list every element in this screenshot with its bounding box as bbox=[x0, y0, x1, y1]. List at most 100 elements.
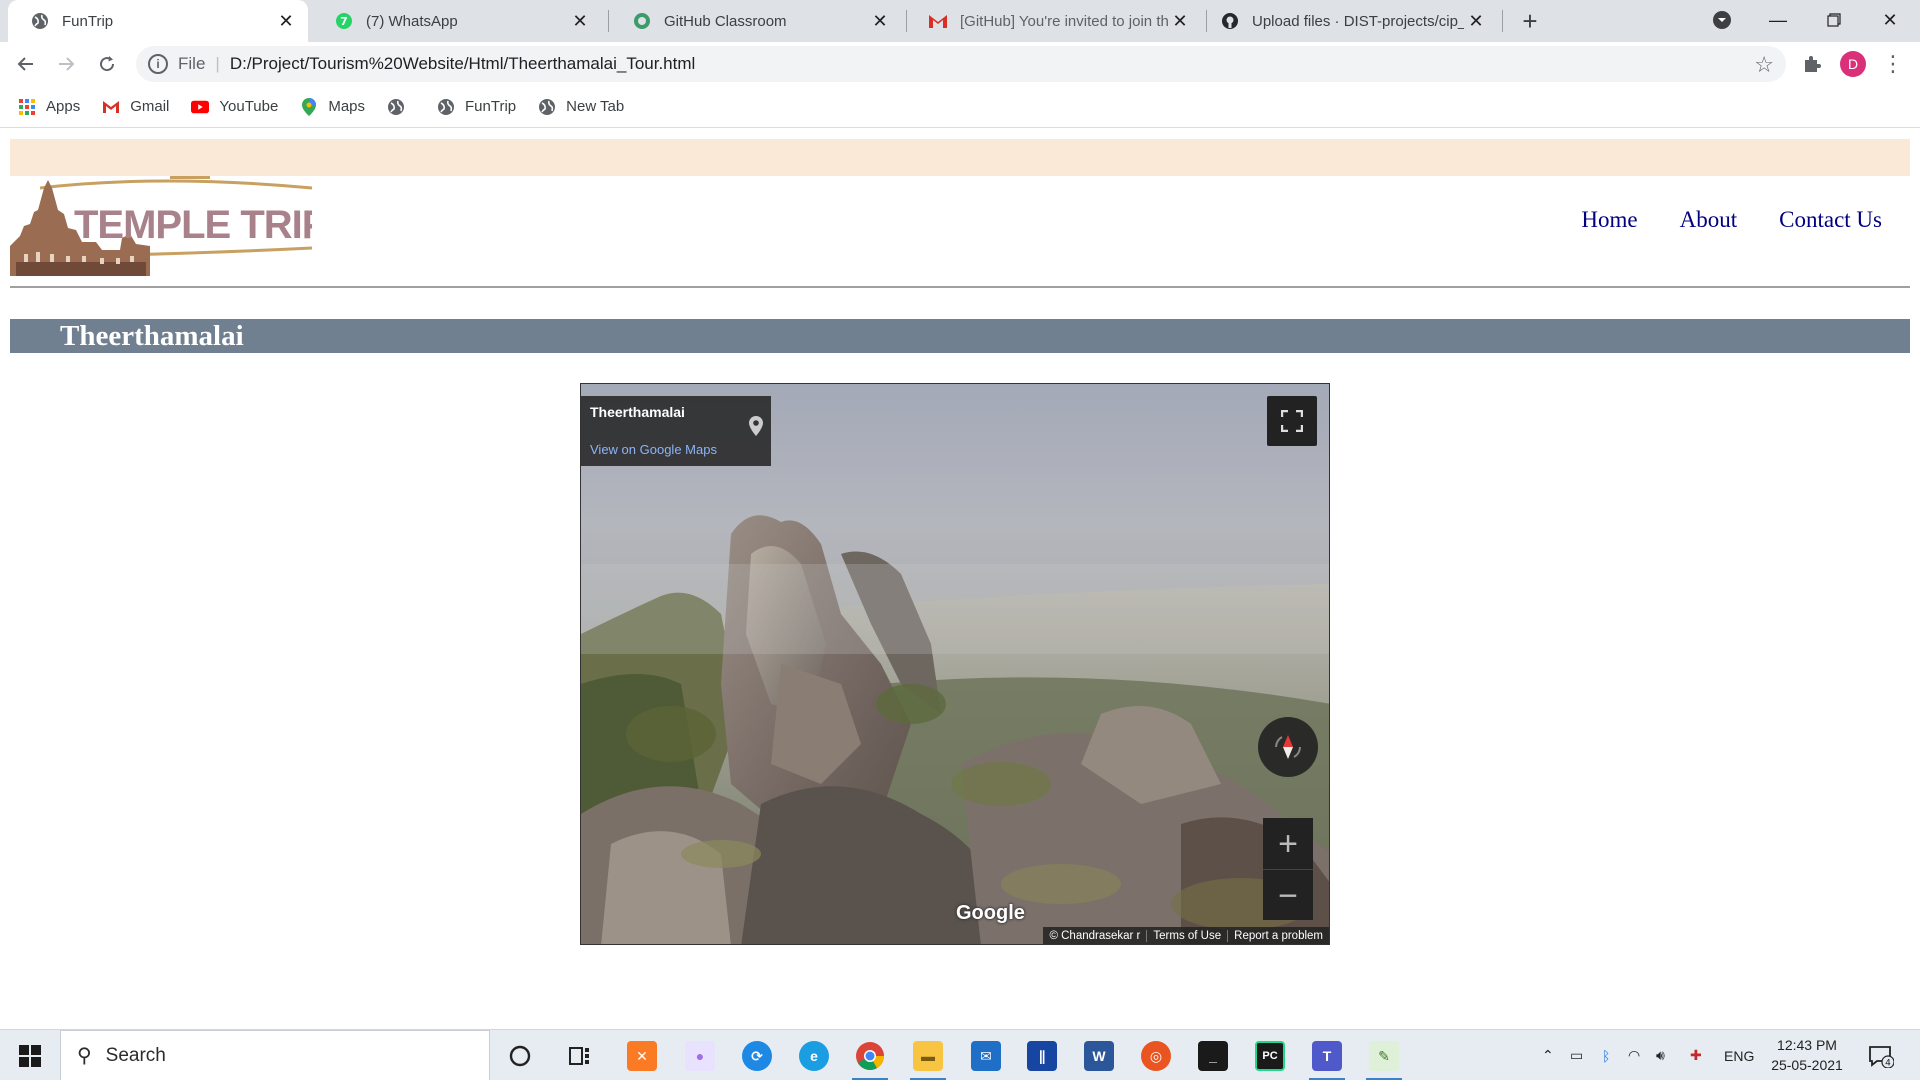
address-bar[interactable]: i File | D:/Project/Tourism%20Website/Ht… bbox=[136, 46, 1786, 82]
system-clock[interactable]: 12:43 PM 25-05-2021 bbox=[1762, 1035, 1852, 1075]
globe-icon bbox=[30, 11, 50, 31]
maps-pin-icon bbox=[300, 97, 318, 116]
file-explorer-icon[interactable]: ▬ bbox=[908, 1036, 948, 1080]
volume-icon[interactable]: 🔊︎ bbox=[1656, 1030, 1665, 1080]
cortana-icon[interactable] bbox=[500, 1036, 540, 1076]
github-icon bbox=[1220, 11, 1240, 31]
back-button[interactable] bbox=[10, 48, 42, 80]
place-name: Theerthamalai bbox=[590, 404, 685, 420]
tab-title: FunTrip bbox=[62, 12, 114, 30]
web-page: TEMPLE TRIP Home About Contact Us Theert… bbox=[0, 129, 1920, 1029]
zoom-out-button[interactable]: − bbox=[1263, 870, 1313, 921]
xampp-icon[interactable]: ✕ bbox=[622, 1036, 662, 1076]
sync-app-icon[interactable]: ⟳ bbox=[737, 1036, 777, 1076]
teams-app-icon[interactable]: T bbox=[1307, 1036, 1347, 1080]
top-band bbox=[10, 139, 1910, 176]
close-tab-icon[interactable]: ✕ bbox=[1464, 9, 1488, 33]
svg-text:7: 7 bbox=[340, 15, 348, 28]
menu-kebab-icon[interactable]: ⋮ bbox=[1877, 48, 1909, 80]
close-tab-icon[interactable]: ✕ bbox=[274, 9, 298, 33]
streetview-panorama-image[interactable] bbox=[581, 384, 1330, 945]
streetview-embed[interactable]: Theerthamalai View on Google Maps + − Go… bbox=[580, 383, 1330, 945]
antivirus-icon[interactable]: ✚ bbox=[1690, 1030, 1702, 1080]
clock-time: 12:43 PM bbox=[1777, 1037, 1837, 1053]
place-info-card: Theerthamalai View on Google Maps bbox=[581, 396, 771, 466]
browser-toolbar: i File | D:/Project/Tourism%20Website/Ht… bbox=[0, 42, 1920, 86]
apps-grid-icon bbox=[18, 98, 36, 116]
compass-icon[interactable] bbox=[1258, 717, 1318, 777]
close-window-button[interactable]: ✕ bbox=[1862, 0, 1918, 40]
globe-icon bbox=[437, 98, 455, 116]
tab-title: GitHub Classroom bbox=[664, 12, 787, 30]
new-tab-button[interactable]: + bbox=[1516, 8, 1544, 36]
tab-search-icon[interactable] bbox=[1694, 0, 1750, 40]
extensions-puzzle-icon[interactable] bbox=[1796, 48, 1828, 80]
taskbar-search-box[interactable]: ⚲ Search bbox=[60, 1030, 490, 1080]
ms-project-icon[interactable]: ∥ bbox=[1022, 1036, 1062, 1076]
bookmark-funtrip[interactable]: FunTrip bbox=[437, 98, 516, 116]
info-icon[interactable]: i bbox=[148, 54, 168, 74]
gmail-icon bbox=[102, 98, 120, 116]
ubuntu-icon[interactable]: ◎ bbox=[1136, 1036, 1176, 1076]
image-editor-icon[interactable]: ✎ bbox=[1364, 1036, 1404, 1080]
tab-github-classroom[interactable]: GitHub Classroom ✕ bbox=[610, 0, 902, 42]
profile-avatar[interactable]: D bbox=[1840, 51, 1866, 77]
close-tab-icon[interactable]: ✕ bbox=[1168, 9, 1192, 33]
paint-app-icon[interactable]: ● bbox=[680, 1036, 720, 1076]
word-app-icon[interactable]: W bbox=[1079, 1036, 1119, 1076]
google-logo: Google bbox=[956, 902, 1025, 924]
zoom-in-button[interactable]: + bbox=[1263, 818, 1313, 869]
bookmark-gmail[interactable]: Gmail bbox=[102, 98, 169, 116]
close-tab-icon[interactable]: ✕ bbox=[568, 9, 592, 33]
view-on-google-maps-link[interactable]: View on Google Maps bbox=[590, 442, 717, 457]
bookmark-label: Apps bbox=[46, 98, 81, 115]
chrome-browser-icon[interactable] bbox=[850, 1036, 890, 1080]
tab-title: [GitHub] You're invited to join the bbox=[960, 12, 1168, 30]
tab-github-upload[interactable]: Upload files · DIST-projects/cip_2 ✕ bbox=[1198, 0, 1498, 42]
nav-home[interactable]: Home bbox=[1581, 207, 1637, 233]
notifications-icon[interactable]: 4 bbox=[1868, 1030, 1894, 1080]
bookmark-apps[interactable]: Apps bbox=[18, 98, 80, 116]
temple-trip-logo[interactable]: TEMPLE TRIP bbox=[10, 176, 329, 276]
search-icon: ⚲ bbox=[77, 1045, 92, 1067]
close-tab-icon[interactable]: ✕ bbox=[868, 9, 892, 33]
terminal-icon[interactable]: _ bbox=[1193, 1036, 1233, 1076]
show-hidden-icons-icon[interactable]: ⌃ bbox=[1542, 1030, 1554, 1080]
bookmarks-bar: Apps Gmail YouTube Maps FunTrip New Tab bbox=[0, 86, 1920, 128]
page-title-bar: Theerthamalai bbox=[10, 319, 1910, 353]
bookmark-youtube[interactable]: YouTube bbox=[191, 98, 278, 116]
minimize-button[interactable]: — bbox=[1750, 0, 1806, 40]
tab-whatsapp[interactable]: 7 (7) WhatsApp ✕ bbox=[312, 0, 602, 42]
restore-button[interactable] bbox=[1806, 0, 1862, 40]
url-text[interactable]: D:/Project/Tourism%20Website/Html/Theert… bbox=[230, 54, 695, 74]
tab-funtrip[interactable]: FunTrip ✕ bbox=[8, 0, 308, 42]
mail-app-icon[interactable]: ✉ bbox=[966, 1036, 1006, 1076]
tab-title: Upload files · DIST-projects/cip_2 bbox=[1252, 12, 1464, 30]
fullscreen-toggle-icon[interactable] bbox=[1267, 396, 1317, 446]
bookmark-globe[interactable] bbox=[387, 98, 415, 116]
bookmark-maps[interactable]: Maps bbox=[300, 97, 365, 116]
tab-gmail-invite[interactable]: [GitHub] You're invited to join the ✕ bbox=[906, 0, 1202, 42]
bookmark-new-tab[interactable]: New Tab bbox=[538, 98, 624, 116]
bookmark-label: New Tab bbox=[566, 98, 625, 115]
task-view-icon[interactable] bbox=[560, 1036, 600, 1076]
report-problem-link[interactable]: Report a problem bbox=[1227, 929, 1329, 942]
terms-of-use-link[interactable]: Terms of Use bbox=[1146, 929, 1227, 942]
map-pin-icon[interactable] bbox=[749, 416, 763, 441]
reload-button[interactable] bbox=[91, 48, 123, 80]
nav-about[interactable]: About bbox=[1680, 207, 1738, 233]
bluetooth-icon[interactable]: ᛒ bbox=[1602, 1030, 1610, 1080]
bookmark-star-icon[interactable]: ☆ bbox=[1754, 52, 1774, 78]
pycharm-icon[interactable]: PC bbox=[1250, 1036, 1290, 1076]
page-title: Theerthamalai bbox=[60, 320, 244, 352]
nav-contact-us[interactable]: Contact Us bbox=[1779, 207, 1882, 233]
bookmark-label: YouTube bbox=[219, 98, 279, 115]
input-language[interactable]: ENG bbox=[1724, 1030, 1754, 1080]
edge-browser-icon[interactable]: e bbox=[794, 1036, 834, 1076]
forward-button[interactable] bbox=[50, 48, 82, 80]
globe-icon bbox=[387, 98, 405, 116]
tab-separator bbox=[608, 10, 609, 32]
wifi-icon[interactable]: ◠ bbox=[1628, 1030, 1640, 1080]
battery-icon[interactable]: ▭ bbox=[1570, 1030, 1583, 1080]
start-windows-icon[interactable] bbox=[0, 1030, 60, 1080]
